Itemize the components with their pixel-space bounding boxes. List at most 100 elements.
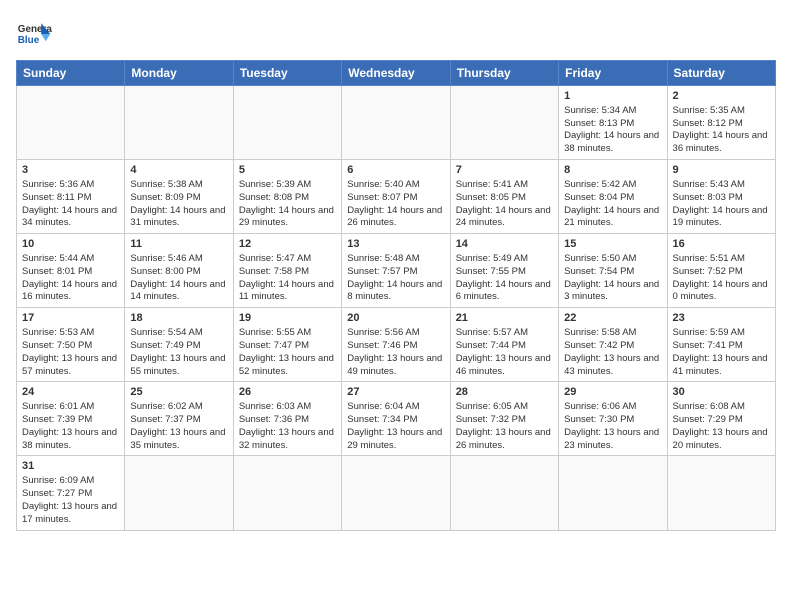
logo-icon: General Blue bbox=[16, 16, 52, 52]
weekday-header-monday: Monday bbox=[125, 61, 233, 86]
calendar-cell: 28Sunrise: 6:05 AMSunset: 7:32 PMDayligh… bbox=[450, 382, 558, 456]
day-info-line: Sunset: 7:58 PM bbox=[239, 266, 336, 279]
calendar-cell: 7Sunrise: 5:41 AMSunset: 8:05 PMDaylight… bbox=[450, 160, 558, 234]
day-info-line: Daylight: 14 hours and 34 minutes. bbox=[22, 205, 119, 231]
day-number: 29 bbox=[564, 385, 661, 400]
day-info-line: Daylight: 14 hours and 0 minutes. bbox=[673, 279, 770, 305]
day-number: 20 bbox=[347, 311, 444, 326]
day-info-line: Sunrise: 5:49 AM bbox=[456, 253, 553, 266]
day-info-line: Daylight: 13 hours and 52 minutes. bbox=[239, 353, 336, 379]
day-info-line: Daylight: 13 hours and 55 minutes. bbox=[130, 353, 227, 379]
calendar-cell: 1Sunrise: 5:34 AMSunset: 8:13 PMDaylight… bbox=[559, 86, 667, 160]
day-info-line: Sunset: 8:03 PM bbox=[673, 192, 770, 205]
day-info-line: Sunrise: 5:34 AM bbox=[564, 105, 661, 118]
day-number: 12 bbox=[239, 237, 336, 252]
calendar-cell: 23Sunrise: 5:59 AMSunset: 7:41 PMDayligh… bbox=[667, 308, 775, 382]
day-info-line: Daylight: 14 hours and 3 minutes. bbox=[564, 279, 661, 305]
day-number: 6 bbox=[347, 163, 444, 178]
day-info-line: Sunrise: 5:55 AM bbox=[239, 327, 336, 340]
calendar-cell bbox=[17, 86, 125, 160]
day-info-line: Sunset: 7:55 PM bbox=[456, 266, 553, 279]
calendar-cell: 25Sunrise: 6:02 AMSunset: 7:37 PMDayligh… bbox=[125, 382, 233, 456]
day-info-line: Sunrise: 5:43 AM bbox=[673, 179, 770, 192]
calendar-table: SundayMondayTuesdayWednesdayThursdayFrid… bbox=[16, 60, 776, 531]
calendar-cell: 26Sunrise: 6:03 AMSunset: 7:36 PMDayligh… bbox=[233, 382, 341, 456]
calendar-cell: 30Sunrise: 6:08 AMSunset: 7:29 PMDayligh… bbox=[667, 382, 775, 456]
day-info-line: Sunset: 7:57 PM bbox=[347, 266, 444, 279]
calendar-cell: 9Sunrise: 5:43 AMSunset: 8:03 PMDaylight… bbox=[667, 160, 775, 234]
day-info-line: Sunrise: 5:56 AM bbox=[347, 327, 444, 340]
day-number: 4 bbox=[130, 163, 227, 178]
day-info-line: Daylight: 13 hours and 35 minutes. bbox=[130, 427, 227, 453]
day-info-line: Sunset: 8:08 PM bbox=[239, 192, 336, 205]
calendar-cell: 18Sunrise: 5:54 AMSunset: 7:49 PMDayligh… bbox=[125, 308, 233, 382]
day-info-line: Sunset: 7:54 PM bbox=[564, 266, 661, 279]
day-number: 1 bbox=[564, 89, 661, 104]
calendar-cell: 24Sunrise: 6:01 AMSunset: 7:39 PMDayligh… bbox=[17, 382, 125, 456]
day-info-line: Sunrise: 5:58 AM bbox=[564, 327, 661, 340]
day-info-line: Sunrise: 5:42 AM bbox=[564, 179, 661, 192]
day-info-line: Sunset: 7:37 PM bbox=[130, 414, 227, 427]
day-info-line: Daylight: 14 hours and 8 minutes. bbox=[347, 279, 444, 305]
day-info-line: Sunrise: 5:38 AM bbox=[130, 179, 227, 192]
calendar-cell bbox=[450, 456, 558, 530]
day-info-line: Sunset: 8:12 PM bbox=[673, 118, 770, 131]
day-info-line: Sunrise: 5:53 AM bbox=[22, 327, 119, 340]
day-info-line: Sunrise: 5:50 AM bbox=[564, 253, 661, 266]
weekday-header-sunday: Sunday bbox=[17, 61, 125, 86]
day-info-line: Sunrise: 6:01 AM bbox=[22, 401, 119, 414]
calendar-cell: 27Sunrise: 6:04 AMSunset: 7:34 PMDayligh… bbox=[342, 382, 450, 456]
day-info-line: Sunset: 7:29 PM bbox=[673, 414, 770, 427]
day-info-line: Sunrise: 6:04 AM bbox=[347, 401, 444, 414]
calendar-cell bbox=[342, 456, 450, 530]
day-info-line: Sunset: 7:42 PM bbox=[564, 340, 661, 353]
calendar-cell: 3Sunrise: 5:36 AMSunset: 8:11 PMDaylight… bbox=[17, 160, 125, 234]
day-info-line: Sunset: 7:34 PM bbox=[347, 414, 444, 427]
calendar-cell: 29Sunrise: 6:06 AMSunset: 7:30 PMDayligh… bbox=[559, 382, 667, 456]
day-info-line: Sunset: 7:46 PM bbox=[347, 340, 444, 353]
calendar-cell: 6Sunrise: 5:40 AMSunset: 8:07 PMDaylight… bbox=[342, 160, 450, 234]
day-info-line: Daylight: 13 hours and 32 minutes. bbox=[239, 427, 336, 453]
day-info-line: Daylight: 13 hours and 41 minutes. bbox=[673, 353, 770, 379]
weekday-header-tuesday: Tuesday bbox=[233, 61, 341, 86]
day-info-line: Sunset: 8:01 PM bbox=[22, 266, 119, 279]
day-number: 10 bbox=[22, 237, 119, 252]
day-info-line: Daylight: 14 hours and 14 minutes. bbox=[130, 279, 227, 305]
day-info-line: Sunset: 8:00 PM bbox=[130, 266, 227, 279]
day-info-line: Daylight: 14 hours and 26 minutes. bbox=[347, 205, 444, 231]
day-info-line: Sunset: 7:30 PM bbox=[564, 414, 661, 427]
day-info-line: Sunrise: 5:57 AM bbox=[456, 327, 553, 340]
day-info-line: Sunset: 7:32 PM bbox=[456, 414, 553, 427]
svg-text:Blue: Blue bbox=[18, 35, 40, 46]
day-number: 5 bbox=[239, 163, 336, 178]
weekday-header-thursday: Thursday bbox=[450, 61, 558, 86]
day-info-line: Sunrise: 5:39 AM bbox=[239, 179, 336, 192]
calendar-week-row: 1Sunrise: 5:34 AMSunset: 8:13 PMDaylight… bbox=[17, 86, 776, 160]
day-info-line: Daylight: 14 hours and 29 minutes. bbox=[239, 205, 336, 231]
day-info-line: Daylight: 14 hours and 36 minutes. bbox=[673, 130, 770, 156]
calendar-cell: 22Sunrise: 5:58 AMSunset: 7:42 PMDayligh… bbox=[559, 308, 667, 382]
calendar-week-row: 31Sunrise: 6:09 AMSunset: 7:27 PMDayligh… bbox=[17, 456, 776, 530]
day-info-line: Sunrise: 5:46 AM bbox=[130, 253, 227, 266]
calendar-cell bbox=[125, 86, 233, 160]
day-number: 17 bbox=[22, 311, 119, 326]
day-info-line: Daylight: 13 hours and 26 minutes. bbox=[456, 427, 553, 453]
day-info-line: Sunrise: 5:48 AM bbox=[347, 253, 444, 266]
day-info-line: Daylight: 14 hours and 19 minutes. bbox=[673, 205, 770, 231]
day-number: 14 bbox=[456, 237, 553, 252]
calendar-cell: 11Sunrise: 5:46 AMSunset: 8:00 PMDayligh… bbox=[125, 234, 233, 308]
day-number: 9 bbox=[673, 163, 770, 178]
day-number: 23 bbox=[673, 311, 770, 326]
calendar-cell bbox=[233, 456, 341, 530]
calendar-week-row: 10Sunrise: 5:44 AMSunset: 8:01 PMDayligh… bbox=[17, 234, 776, 308]
weekday-header-row: SundayMondayTuesdayWednesdayThursdayFrid… bbox=[17, 61, 776, 86]
day-info-line: Sunrise: 5:35 AM bbox=[673, 105, 770, 118]
day-number: 3 bbox=[22, 163, 119, 178]
day-info-line: Sunset: 8:04 PM bbox=[564, 192, 661, 205]
calendar-cell bbox=[559, 456, 667, 530]
day-number: 27 bbox=[347, 385, 444, 400]
calendar-cell: 19Sunrise: 5:55 AMSunset: 7:47 PMDayligh… bbox=[233, 308, 341, 382]
day-info-line: Sunset: 8:11 PM bbox=[22, 192, 119, 205]
day-info-line: Daylight: 13 hours and 23 minutes. bbox=[564, 427, 661, 453]
day-number: 24 bbox=[22, 385, 119, 400]
